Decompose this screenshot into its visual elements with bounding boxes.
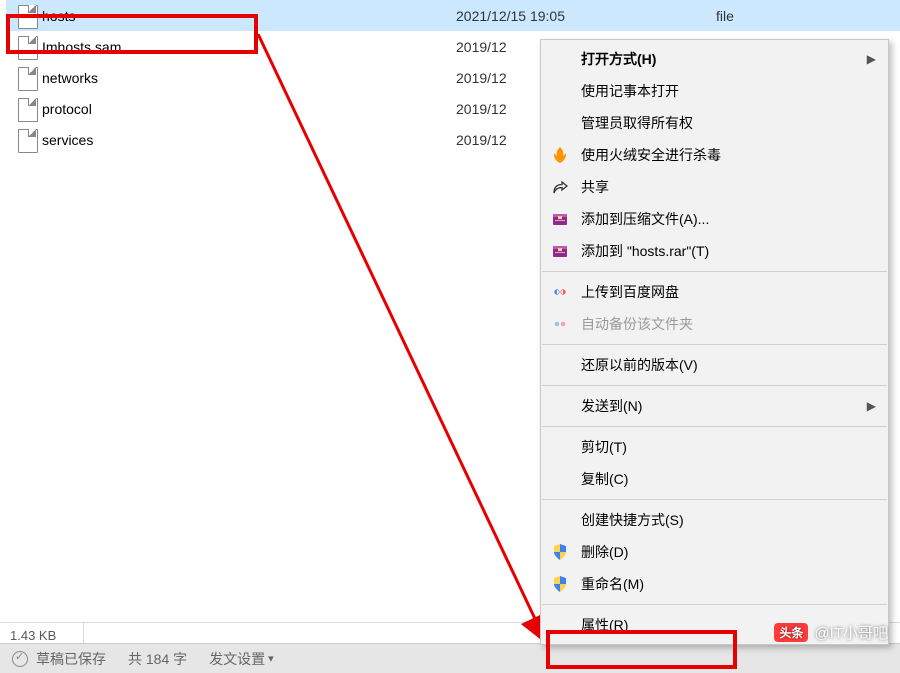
check-circle-icon <box>12 651 28 667</box>
chevron-down-icon: ▾ <box>268 652 274 665</box>
submenu-arrow-icon: ▶ <box>867 399 876 413</box>
uac-shield-icon <box>549 573 571 595</box>
menu-baidu-upload[interactable]: 上传到百度网盘 <box>541 276 888 308</box>
file-icon <box>18 36 36 58</box>
uac-shield-icon <box>549 541 571 563</box>
draft-saved-text: 草稿已保存 <box>36 649 106 669</box>
menu-create-shortcut[interactable]: 创建快捷方式(S) <box>541 504 888 536</box>
file-icon <box>18 129 36 151</box>
baidu-pan-icon <box>549 313 571 335</box>
watermark-badge: 头条 <box>774 623 808 642</box>
menu-separator <box>542 426 887 427</box>
file-name: protocol <box>42 101 92 117</box>
file-type: file <box>716 8 734 24</box>
watermark: 头条 @IT小哥吧 <box>774 622 888 643</box>
huorong-flame-icon <box>549 144 571 166</box>
menu-copy[interactable]: 复制(C) <box>541 463 888 495</box>
blank-icon <box>549 395 571 417</box>
menu-cut[interactable]: 剪切(T) <box>541 431 888 463</box>
menu-separator <box>542 604 887 605</box>
baidu-pan-icon <box>549 281 571 303</box>
blank-icon <box>549 436 571 458</box>
file-name: Imhosts.sam <box>42 39 121 55</box>
menu-auto-backup: 自动备份该文件夹 <box>541 308 888 340</box>
menu-separator <box>542 499 887 500</box>
menu-huorong-scan[interactable]: 使用火绒安全进行杀毒 <box>541 139 888 171</box>
file-date: 2021/12/15 19:05 <box>456 8 716 24</box>
menu-add-hosts-rar[interactable]: 添加到 "hosts.rar"(T) <box>541 235 888 267</box>
file-icon <box>18 98 36 120</box>
blank-icon <box>549 614 571 636</box>
watermark-text: @IT小哥吧 <box>814 622 888 643</box>
menu-share[interactable]: 共享 <box>541 171 888 203</box>
winrar-icon <box>549 208 571 230</box>
winrar-icon <box>549 240 571 262</box>
blank-icon <box>549 80 571 102</box>
file-name: services <box>42 132 93 148</box>
word-count: 共 184 字 <box>128 649 187 669</box>
file-row[interactable]: hosts 2021/12/15 19:05file <box>6 0 900 31</box>
blank-icon <box>549 354 571 376</box>
menu-open-notepad[interactable]: 使用记事本打开 <box>541 75 888 107</box>
file-name: networks <box>42 70 98 86</box>
publish-settings-dropdown[interactable]: 发文设置 ▾ <box>209 649 274 669</box>
file-size-value: 1.43 KB <box>10 628 56 643</box>
submenu-arrow-icon: ▶ <box>867 52 876 66</box>
editor-bottom-bar: 草稿已保存 共 184 字 发文设置 ▾ <box>0 643 900 673</box>
menu-separator <box>542 271 887 272</box>
blank-icon <box>549 112 571 134</box>
file-icon <box>18 67 36 89</box>
menu-add-archive[interactable]: 添加到压缩文件(A)... <box>541 203 888 235</box>
file-icon <box>18 5 36 27</box>
menu-open-with[interactable]: 打开方式(H) ▶ <box>541 43 888 75</box>
menu-separator <box>542 344 887 345</box>
menu-admin-take-ownership[interactable]: 管理员取得所有权 <box>541 107 888 139</box>
blank-icon <box>549 468 571 490</box>
menu-send-to[interactable]: 发送到(N) ▶ <box>541 390 888 422</box>
menu-rename[interactable]: 重命名(M) <box>541 568 888 600</box>
menu-separator <box>542 385 887 386</box>
menu-delete[interactable]: 删除(D) <box>541 536 888 568</box>
blank-icon <box>549 48 571 70</box>
share-icon <box>549 176 571 198</box>
file-name: hosts <box>42 8 75 24</box>
blank-icon <box>549 509 571 531</box>
menu-restore-previous[interactable]: 还原以前的版本(V) <box>541 349 888 381</box>
context-menu: 打开方式(H) ▶ 使用记事本打开 管理员取得所有权 使用火绒安全进行杀毒 共享… <box>540 39 889 645</box>
